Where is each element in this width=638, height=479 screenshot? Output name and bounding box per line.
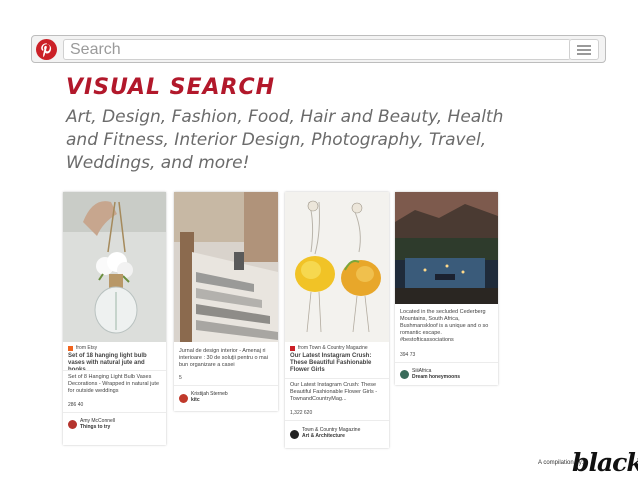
pin-title[interactable]: Our Latest Instagram Crush: These Beauti… xyxy=(290,353,384,374)
pin-image xyxy=(285,192,389,342)
search-input[interactable]: Search xyxy=(63,39,571,60)
pin-image xyxy=(395,192,498,304)
pin-board[interactable]: Dream honeymoons xyxy=(412,374,460,380)
divider xyxy=(63,412,166,413)
pin-board[interactable]: Art & Architecture xyxy=(302,433,345,439)
pin-board[interactable]: kitc xyxy=(191,397,200,403)
pin-description: Located in the secluded Cederberg Mounta… xyxy=(400,309,489,343)
pin-source: from Town & Country Magazine xyxy=(298,345,368,351)
avatar[interactable] xyxy=(290,430,299,439)
pin-description: Our Latest Instagram Crush: These Beauti… xyxy=(290,382,378,402)
avatar[interactable] xyxy=(400,370,409,379)
divider xyxy=(285,378,389,379)
search-placeholder: Search xyxy=(70,41,121,58)
page-subtitle: Art, Design, Fashion, Food, Hair and Bea… xyxy=(66,107,504,173)
divider xyxy=(174,385,278,386)
pin-stats: 1,322 620 xyxy=(290,410,313,416)
brand-logo: black xyxy=(572,448,638,477)
pin-card[interactable]: from Town & Country Magazine Our Latest … xyxy=(285,192,389,448)
avatar[interactable] xyxy=(68,420,77,429)
divider xyxy=(285,420,389,421)
pin-description: Set of 8 Hanging Light Bulb Vases Decora… xyxy=(68,374,160,394)
pin-card[interactable]: Located in the secluded Cederberg Mounta… xyxy=(395,192,498,385)
hamburger-menu-icon xyxy=(577,45,591,55)
source-icon xyxy=(290,346,295,351)
pin-board[interactable]: Things to try xyxy=(80,424,110,430)
pin-card[interactable]: from Etsy Set of 18 hanging light bulb v… xyxy=(63,192,166,445)
pin-description: Jurnal de design interior - Amenaj ri in… xyxy=(179,348,268,368)
pinterest-logo-icon[interactable] xyxy=(36,39,57,60)
pin-stats: 286 40 xyxy=(68,402,84,408)
pin-source: from Etsy xyxy=(76,345,98,351)
avatar[interactable] xyxy=(179,394,188,403)
divider xyxy=(395,362,498,363)
search-bar: Search xyxy=(31,35,606,63)
etsy-icon xyxy=(68,346,73,351)
menu-button[interactable] xyxy=(569,39,599,60)
pin-image xyxy=(174,192,278,342)
divider xyxy=(63,370,166,371)
page-title: VISUAL SEARCH xyxy=(66,75,276,100)
pin-stats: 394 73 xyxy=(400,352,416,358)
pin-stats: 5 xyxy=(179,375,182,381)
pin-image xyxy=(63,192,166,342)
pin-card[interactable]: Jurnal de design interior - Amenaj ri in… xyxy=(174,192,278,411)
